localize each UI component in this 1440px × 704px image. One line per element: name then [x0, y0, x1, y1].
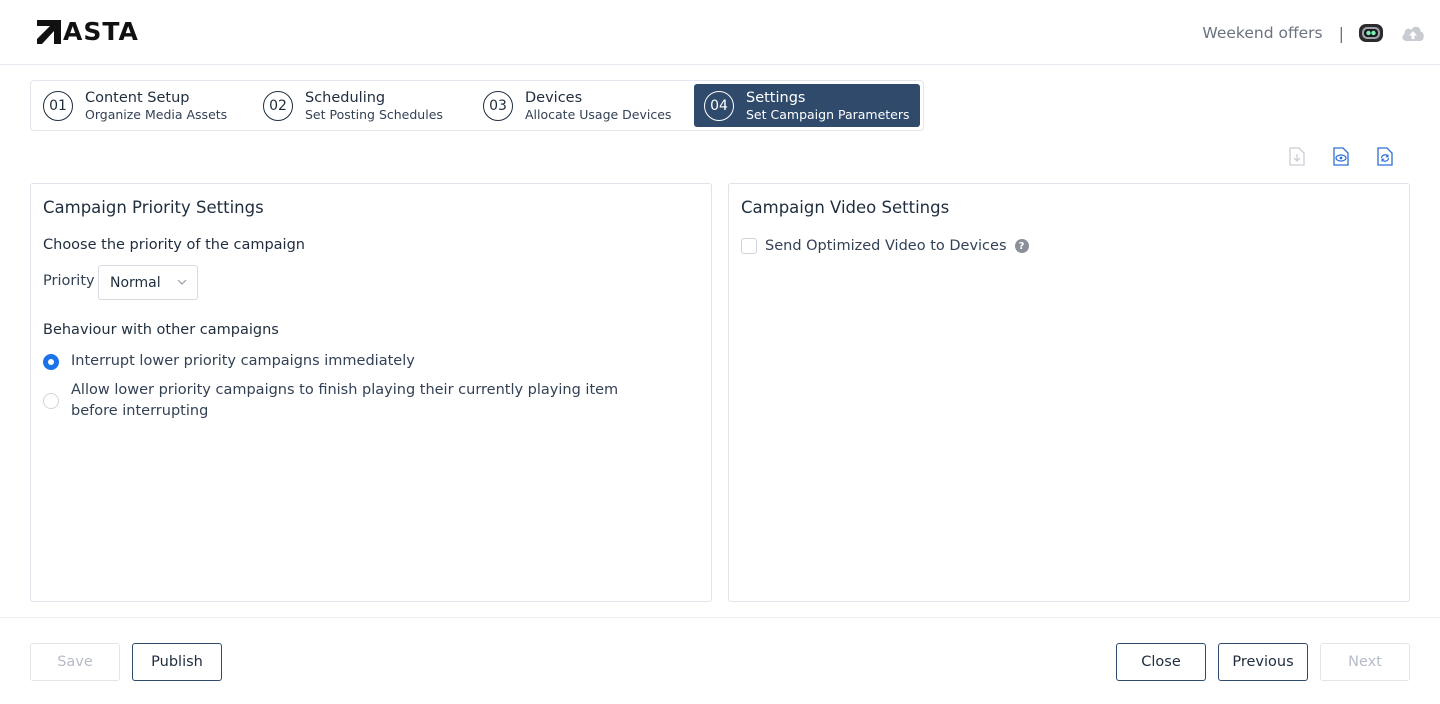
record-icon[interactable]	[1358, 22, 1384, 44]
priority-settings-panel: Campaign Priority Settings Choose the pr…	[30, 183, 712, 602]
save-button[interactable]: Save	[30, 643, 120, 681]
radio-option-allow-finish[interactable]: Allow lower priority campaigns to finish…	[43, 380, 663, 422]
step-title: Devices	[525, 89, 583, 106]
chevron-down-icon	[177, 279, 187, 285]
step-scheduling[interactable]: 02 Scheduling Set Posting Schedules	[253, 84, 471, 127]
step-devices[interactable]: 03 Devices Allocate Usage Devices	[473, 84, 691, 127]
step-number: 01	[43, 90, 73, 121]
choose-priority-label: Choose the priority of the campaign	[43, 237, 305, 253]
radio-option-interrupt[interactable]: Interrupt lower priority campaigns immed…	[43, 351, 415, 372]
step-title: Settings	[746, 89, 806, 106]
priority-select-value: Normal	[110, 274, 161, 291]
close-button[interactable]: Close	[1116, 643, 1206, 681]
step-title: Content Setup	[85, 89, 190, 106]
optimized-video-checkbox[interactable]	[741, 238, 757, 254]
step-content-setup[interactable]: 01 Content Setup Organize Media Assets	[33, 84, 251, 127]
panel-title: Campaign Priority Settings	[43, 198, 264, 217]
step-subtitle: Set Posting Schedules	[305, 106, 443, 122]
logo-text: ASTA	[63, 17, 139, 46]
optimized-video-option[interactable]: Send Optimized Video to Devices ?	[741, 238, 1029, 254]
logo-arrow-icon	[37, 20, 61, 44]
cloud-upload-icon[interactable]	[1400, 23, 1426, 43]
file-toolbar	[1288, 146, 1394, 166]
app-header: ASTA Weekend offers |	[0, 0, 1440, 65]
behaviour-label: Behaviour with other campaigns	[43, 322, 279, 338]
step-subtitle: Set Campaign Parameters	[746, 106, 910, 122]
video-settings-panel: Campaign Video Settings Send Optimized V…	[728, 183, 1410, 602]
step-subtitle: Allocate Usage Devices	[525, 106, 672, 122]
radio-button[interactable]	[43, 393, 59, 409]
step-number: 02	[263, 90, 293, 121]
step-number: 04	[704, 90, 734, 121]
priority-label: Priority	[43, 273, 95, 289]
preview-file-icon[interactable]	[1332, 146, 1350, 166]
radio-label: Allow lower priority campaigns to finish…	[71, 382, 619, 419]
refresh-file-icon[interactable]	[1376, 146, 1394, 166]
publish-button[interactable]: Publish	[132, 643, 222, 681]
next-button[interactable]: Next	[1320, 643, 1410, 681]
wizard-stepper: 01 Content Setup Organize Media Assets 0…	[30, 80, 924, 131]
header-right: Weekend offers |	[1202, 18, 1426, 48]
panel-title: Campaign Video Settings	[741, 198, 950, 217]
help-icon[interactable]: ?	[1014, 239, 1029, 253]
radio-label: Interrupt lower priority campaigns immed…	[71, 353, 415, 369]
asta-logo[interactable]: ASTA	[37, 17, 139, 46]
checkbox-label: Send Optimized Video to Devices	[765, 238, 1007, 254]
step-subtitle: Organize Media Assets	[85, 106, 228, 122]
step-settings[interactable]: 04 Settings Set Campaign Parameters	[694, 84, 920, 127]
header-separator: |	[1338, 23, 1344, 43]
download-file-icon[interactable]	[1288, 146, 1306, 166]
step-title: Scheduling	[305, 89, 386, 106]
step-number: 03	[483, 90, 513, 121]
wizard-footer: Save Publish Close Previous Next	[0, 617, 1440, 704]
previous-button[interactable]: Previous	[1218, 643, 1308, 681]
priority-select[interactable]: Normal	[98, 265, 198, 300]
campaign-name: Weekend offers	[1202, 24, 1323, 42]
radio-button-checked[interactable]	[43, 353, 59, 370]
